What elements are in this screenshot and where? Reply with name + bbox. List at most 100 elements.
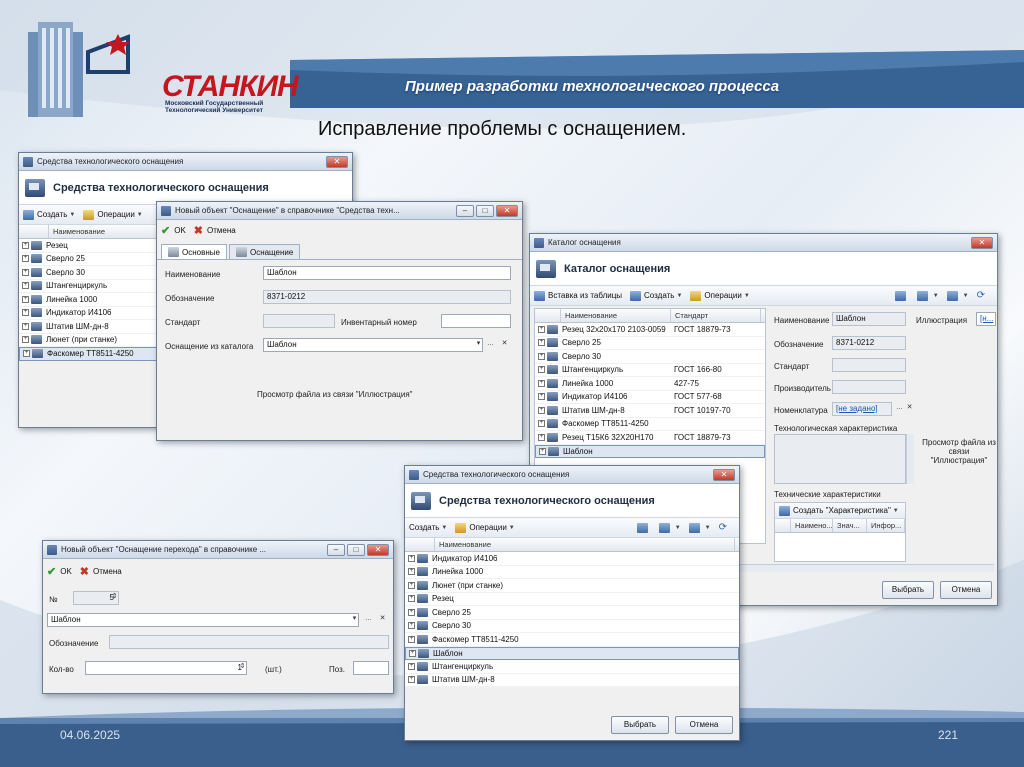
list-item[interactable]: + Штатив ШМ-дн-8 — [405, 673, 739, 687]
expand-icon[interactable]: + — [22, 268, 29, 276]
standard-field[interactable] — [832, 358, 906, 372]
list-item[interactable]: + Сверло 25 — [405, 606, 739, 620]
expand-icon[interactable]: + — [538, 393, 545, 401]
operations-button[interactable]: Операции ▼ — [690, 290, 750, 301]
expand-icon[interactable]: + — [22, 241, 29, 249]
clear-icon[interactable]: ✕ — [377, 614, 388, 626]
list-item[interactable]: + Сверло 25 — [535, 336, 765, 350]
minimize-button[interactable]: – — [327, 543, 345, 556]
column-name[interactable]: Наименование — [435, 538, 735, 551]
column-info[interactable]: Инфор... — [867, 519, 905, 532]
scrollbar[interactable] — [906, 434, 914, 484]
column-value[interactable]: Знач... — [833, 519, 867, 532]
column-name[interactable]: Наименование — [49, 225, 159, 238]
insert-from-table-button[interactable]: Вставка из таблицы — [534, 290, 622, 301]
expand-icon[interactable]: + — [22, 336, 29, 344]
name-field[interactable]: Шаблон — [832, 312, 906, 326]
list-item[interactable]: + Штатив ШМ-дн-8 ГОСТ 10197-70 — [535, 404, 765, 418]
list-item[interactable]: + Фаскомер ТТ8511-4250 — [535, 417, 765, 431]
titlebar[interactable]: Средства технологического оснащения ✕ — [19, 153, 352, 171]
tech-char-field[interactable] — [774, 434, 906, 484]
titlebar[interactable]: Новый объект "Оснащение перехода" в спра… — [43, 541, 393, 559]
titlebar[interactable]: Каталог оснащения ✕ — [530, 234, 997, 252]
cancel-button[interactable]: ✖ Отмена — [80, 565, 122, 578]
titlebar[interactable]: Новый объект "Оснащение" в справочнике "… — [157, 202, 522, 220]
maximize-button[interactable]: □ — [347, 543, 365, 556]
select-button[interactable]: Выбрать — [611, 716, 669, 734]
expand-icon[interactable]: + — [408, 568, 415, 576]
list-item[interactable]: + Резец — [405, 592, 739, 606]
ellipsis-icon[interactable]: … — [485, 339, 496, 351]
operations-button[interactable]: Операции ▼ — [83, 209, 143, 220]
designation-field[interactable] — [109, 635, 389, 649]
maximize-button[interactable]: □ — [476, 204, 494, 217]
window-button[interactable]: ▼ — [946, 290, 969, 301]
maker-field[interactable] — [832, 380, 906, 394]
minimize-button[interactable]: – — [456, 204, 474, 217]
close-button[interactable]: ✕ — [971, 236, 993, 249]
expand-icon[interactable]: + — [538, 352, 545, 360]
illustration-link[interactable]: [н... — [976, 312, 996, 326]
expand-icon[interactable]: + — [538, 379, 545, 387]
list-item[interactable]: + Штангенциркуль ГОСТ 166-80 — [535, 363, 765, 377]
column-standard[interactable]: Стандарт — [671, 309, 761, 322]
expand-icon[interactable]: + — [538, 433, 545, 441]
expand-icon[interactable]: + — [22, 322, 29, 330]
create-button[interactable]: Создать ▼ — [409, 523, 447, 532]
list-item[interactable]: + Линейка 1000 427-75 — [535, 377, 765, 391]
select-button[interactable]: Выбрать — [882, 581, 934, 599]
users-button[interactable] — [636, 522, 651, 533]
create-characteristic-button[interactable]: Создать "Характеристика" ▼ — [779, 505, 899, 516]
expand-icon[interactable]: + — [538, 325, 545, 333]
expand-icon[interactable]: + — [408, 635, 415, 643]
expand-icon[interactable]: + — [538, 339, 545, 347]
list-item[interactable]: + Сверло 30 — [405, 619, 739, 633]
ellipsis-icon[interactable]: … — [363, 614, 374, 626]
close-button[interactable]: ✕ — [326, 155, 348, 168]
expand-icon[interactable]: + — [538, 366, 545, 374]
refresh-button[interactable]: ⟳ — [719, 522, 727, 533]
create-button[interactable]: Создать ▼ — [23, 209, 75, 220]
close-button[interactable]: ✕ — [496, 204, 518, 217]
catalog-field[interactable]: Шаблон — [263, 338, 483, 352]
list-item[interactable]: + Индикатор И4106 — [405, 552, 739, 566]
refresh-button[interactable]: ⟳ — [977, 290, 985, 301]
expand-icon[interactable]: + — [409, 649, 416, 657]
list-item[interactable]: + Резец 32х20х170 2103-0059 ГОСТ 18879-73 — [535, 323, 765, 337]
equipment-field[interactable]: Шаблон — [47, 613, 359, 627]
ok-button[interactable]: ✔ OK — [161, 224, 186, 237]
expand-icon[interactable]: + — [22, 255, 29, 263]
expand-icon[interactable]: + — [408, 608, 415, 616]
expand-icon[interactable]: + — [539, 447, 546, 455]
quantity-field[interactable]: 1 — [85, 661, 247, 675]
close-button[interactable]: ✕ — [713, 468, 735, 481]
expand-icon[interactable]: + — [408, 595, 415, 603]
close-button[interactable]: ✕ — [367, 543, 389, 556]
chevron-down-icon[interactable]: ▾ — [473, 339, 484, 351]
expand-icon[interactable]: + — [23, 350, 30, 358]
list-item[interactable]: + Резец Т15К6 32Х20Н170 ГОСТ 18879-73 — [535, 431, 765, 445]
list-item[interactable]: + Индикатор И4106 ГОСТ 577-68 — [535, 390, 765, 404]
stepper-icon[interactable]: ⇕ — [237, 662, 248, 674]
list-item[interactable]: + Люнет (при станке) — [405, 579, 739, 593]
list-item[interactable]: + Шаблон — [535, 444, 765, 458]
cancel-button[interactable]: ✖ Отмена — [194, 224, 236, 237]
expand-icon[interactable]: + — [408, 581, 415, 589]
expand-icon[interactable]: + — [22, 309, 29, 317]
column-name[interactable]: Наимено... — [791, 519, 833, 532]
list-item[interactable]: + Штангенциркуль — [405, 660, 739, 674]
list-item[interactable]: + Шаблон — [405, 646, 739, 660]
designation-field[interactable]: 8371-0212 — [263, 290, 511, 304]
cancel-button[interactable]: Отмена — [940, 581, 992, 599]
designation-field[interactable]: 8371-0212 — [832, 336, 906, 350]
expand-icon[interactable]: + — [538, 406, 545, 414]
list-item[interactable]: + Линейка 1000 — [405, 565, 739, 579]
tab-equipment[interactable]: Оснащение — [228, 244, 301, 259]
expand-icon[interactable]: + — [22, 295, 29, 303]
titlebar[interactable]: Средства технологического оснащения ✕ — [405, 466, 739, 484]
expand-icon[interactable]: + — [408, 622, 415, 630]
users-button[interactable] — [894, 290, 909, 301]
operations-button[interactable]: Операции ▼ — [455, 522, 515, 533]
expand-icon[interactable]: + — [408, 676, 415, 684]
list-item[interactable]: + Фаскомер ТТ8511-4250 — [405, 633, 739, 647]
